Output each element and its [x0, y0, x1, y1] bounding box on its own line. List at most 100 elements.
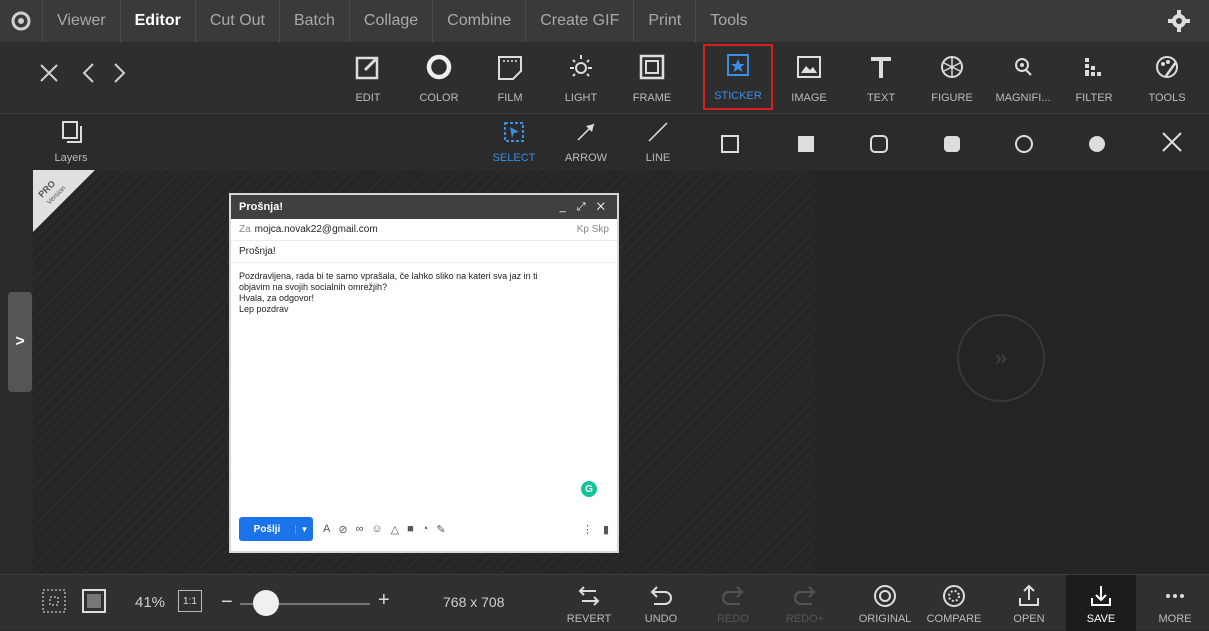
menu-editor[interactable]: Editor	[119, 0, 195, 42]
select-icon	[504, 122, 524, 142]
tool-sticker[interactable]: STICKER	[703, 44, 773, 110]
menu-create-gif[interactable]: Create GIF	[525, 0, 633, 42]
send-options-chevron-icon: ▼	[295, 524, 313, 534]
pro-version-badge: PRO Version	[33, 170, 95, 232]
tool-edit-label: EDIT	[355, 92, 381, 104]
tool-figure[interactable]: FIGURE	[923, 48, 981, 110]
tool-light-label: LIGHT	[564, 92, 598, 104]
circle-filled-icon	[1089, 136, 1105, 152]
rounded-rectangle-outline-icon	[870, 135, 888, 153]
confidential-icon: ◔	[421, 522, 429, 535]
line-tool[interactable]: LINE	[632, 118, 684, 168]
settings-gear-icon[interactable]	[1167, 9, 1191, 33]
more-dots-icon	[1166, 594, 1184, 598]
ellipse-filled-tool[interactable]	[1071, 118, 1123, 168]
close-icon[interactable]	[36, 60, 62, 86]
open-label: OPEN	[1013, 613, 1045, 625]
email-to-row: Za mojca.novak22@gmail.com Kp Skp	[231, 219, 617, 241]
signature-icon: ✎	[436, 523, 446, 536]
rectangle-filled-tool[interactable]	[780, 118, 832, 168]
save-button[interactable]: SAVE	[1066, 575, 1136, 631]
tool-sticker-label: STICKER	[714, 90, 762, 102]
app-logo-icon[interactable]	[0, 0, 42, 42]
ellipse-outline-tool[interactable]	[998, 118, 1050, 168]
tool-color[interactable]: COLOR	[410, 48, 468, 110]
formatting-icons: A ⊘ ∞ ☺ △ ■ ◔ ✎	[323, 523, 446, 536]
original-button[interactable]: ORIGINAL	[856, 579, 914, 631]
tool-frame[interactable]: FRAME	[623, 48, 681, 110]
zoom-percentage: 41%	[135, 594, 166, 611]
email-title: Prošnja!	[239, 201, 284, 213]
close-subtoolbar-button[interactable]	[1146, 118, 1198, 168]
image-dimensions: 768 x 708	[443, 594, 505, 610]
body-line: Hvala, za odgovor!	[239, 293, 315, 303]
tool-edit[interactable]: EDIT	[339, 48, 397, 110]
tool-tools[interactable]: TOOLS	[1138, 48, 1196, 110]
previous-icon[interactable]	[76, 60, 102, 86]
zoom-in-plus-icon[interactable]: +	[378, 589, 390, 612]
menu-print[interactable]: Print	[633, 0, 695, 42]
tool-filter[interactable]: FILTER	[1065, 48, 1123, 110]
line-label: LINE	[645, 152, 671, 164]
light-icon	[570, 55, 592, 77]
undo-label: UNDO	[644, 613, 678, 625]
email-footer: Pošlji ▼ A ⊘ ∞ ☺ △ ■ ◔ ✎ ⋮ ▮	[239, 517, 609, 541]
arrow-tool[interactable]: ARROW	[560, 118, 612, 168]
frame-icon	[639, 54, 665, 80]
forward-double-chevron-icon[interactable]: »	[957, 314, 1045, 402]
body-line: Pozdravljena, rada bi te samo vprašala, …	[239, 271, 538, 281]
more-label: MORE	[1158, 613, 1192, 625]
fit-window-icon[interactable]	[80, 587, 108, 620]
actual-size-button[interactable]: 1:1	[178, 590, 202, 612]
emoji-icon: ☺	[371, 522, 383, 535]
menu-combine[interactable]: Combine	[432, 0, 525, 42]
revert-label: REVERT	[566, 613, 612, 625]
line-icon	[648, 122, 668, 142]
save-label: SAVE	[1086, 613, 1116, 625]
zoom-slider-thumb[interactable]	[253, 590, 279, 616]
tool-image[interactable]: IMAGE	[780, 48, 838, 110]
tool-magnifier[interactable]: MAGNIFI...	[994, 48, 1052, 110]
body-line: Lep pozdrav	[239, 304, 289, 314]
arrow-icon	[577, 123, 595, 141]
rectangle-outline-tool[interactable]	[704, 118, 756, 168]
upload-icon	[1019, 584, 1039, 606]
edit-icon	[355, 56, 379, 80]
rounded-rectangle-outline-tool[interactable]	[853, 118, 905, 168]
tool-light[interactable]: LIGHT	[552, 48, 610, 110]
close-icon	[1162, 132, 1182, 152]
select-tool[interactable]: SELECT	[488, 118, 540, 168]
undo-button[interactable]: UNDO	[632, 579, 690, 631]
magnifier-icon	[1015, 58, 1032, 76]
original-icon	[874, 585, 896, 607]
menu-cut-out[interactable]: Cut Out	[194, 0, 279, 42]
fit-selection-icon[interactable]	[40, 587, 68, 620]
menu-tools[interactable]: Tools	[695, 0, 761, 42]
menu-batch[interactable]: Batch	[278, 0, 349, 42]
text-format-icon: A	[323, 522, 331, 535]
next-icon[interactable]	[106, 60, 132, 86]
tool-text[interactable]: TEXT	[852, 48, 910, 110]
select-label: SELECT	[492, 152, 536, 164]
redo-button[interactable]: REDO	[704, 579, 762, 631]
menu-viewer[interactable]: Viewer	[42, 0, 120, 42]
zoom-out-minus-icon[interactable]: −	[221, 591, 233, 614]
expand-panel-chevron-icon[interactable]: >	[8, 292, 32, 392]
open-button[interactable]: OPEN	[1000, 579, 1058, 631]
menu-collage[interactable]: Collage	[348, 0, 432, 42]
image-icon	[797, 56, 821, 78]
rectangle-filled-icon	[798, 136, 814, 152]
arrow-label: ARROW	[564, 152, 608, 164]
redo-plus-button[interactable]: REDO+	[776, 579, 834, 631]
compare-button[interactable]: COMPARE	[925, 579, 983, 631]
text-icon	[871, 57, 891, 78]
revert-button[interactable]: REVERT	[560, 579, 618, 631]
rounded-rectangle-filled-tool[interactable]	[926, 118, 978, 168]
more-button[interactable]: MORE	[1146, 579, 1204, 631]
tool-film[interactable]: FILM	[481, 48, 539, 110]
rectangle-outline-icon	[721, 135, 739, 153]
layers-label: Layers	[54, 152, 88, 164]
redo-icon	[722, 586, 744, 605]
send-label: Pošlji	[253, 523, 281, 535]
layers-button[interactable]: Layers	[45, 118, 97, 168]
